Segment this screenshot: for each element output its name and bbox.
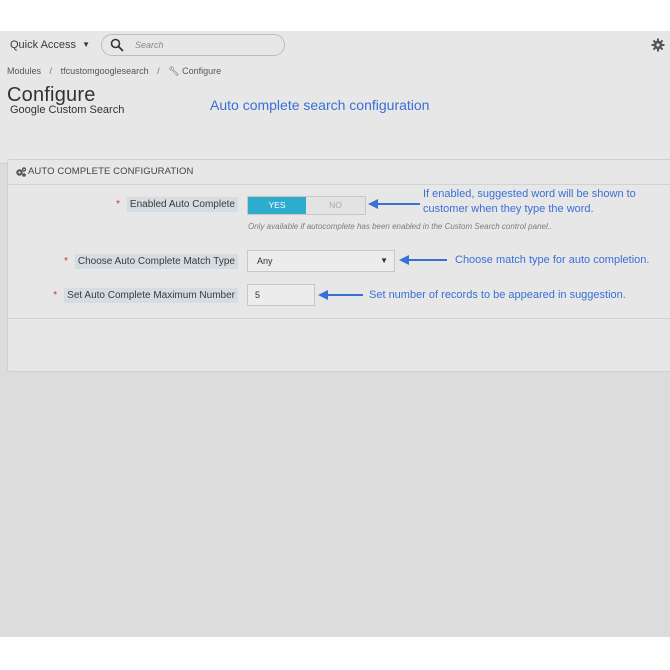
- max-number-label: * Set Auto Complete Maximum Number: [38, 288, 238, 303]
- quick-access-menu[interactable]: Quick Access ▼: [10, 39, 90, 51]
- search-icon: [110, 38, 124, 52]
- cogs-icon: [16, 167, 27, 177]
- match-type-label-text: Choose Auto Complete Match Type: [74, 254, 238, 269]
- switch-yes-option[interactable]: YES: [248, 197, 306, 214]
- required-marker: *: [116, 199, 120, 210]
- page-header: Modules / tfcustomgooglesearch / 🔧︎ Conf…: [0, 61, 670, 164]
- app-frame: Quick Access ▼ Search Modules / tfcustom…: [0, 31, 670, 637]
- enabled-auto-complete-label-text: Enabled Auto Complete: [126, 197, 238, 212]
- wrench-icon: 🔧︎: [168, 66, 180, 76]
- page-subtitle: Google Custom Search: [10, 104, 125, 116]
- required-marker: *: [63, 256, 68, 267]
- enabled-help-text: Only available if autocomplete has been …: [248, 222, 553, 231]
- required-marker: *: [53, 290, 58, 301]
- enabled-auto-complete-switch[interactable]: YES NO: [247, 196, 366, 215]
- panel-divider: [8, 318, 670, 319]
- annotation-arrow: [318, 290, 363, 300]
- annotation-arrow: [368, 199, 420, 209]
- max-number-input[interactable]: [247, 284, 315, 306]
- match-type-annotation: Choose match type for auto completion.: [455, 254, 650, 266]
- search-input[interactable]: [135, 38, 275, 52]
- breadcrumb-module-name[interactable]: tfcustomgooglesearch: [61, 66, 149, 76]
- panel-heading: AUTO COMPLETE CONFIGURATION: [8, 160, 670, 185]
- search-box[interactable]: [101, 34, 285, 56]
- quick-access-label: Quick Access: [10, 39, 77, 51]
- top-bar: Quick Access ▼: [0, 31, 670, 61]
- enabled-annotation: If enabled, suggested word will be shown…: [423, 187, 636, 217]
- max-number-annotation: Set number of records to be appeared in …: [369, 289, 626, 301]
- max-number-label-text: Set Auto Complete Maximum Number: [64, 288, 238, 303]
- enabled-auto-complete-label: * Enabled Auto Complete: [68, 197, 238, 212]
- chevron-down-icon: ▼: [380, 256, 388, 265]
- panel-title: AUTO COMPLETE CONFIGURATION: [28, 166, 194, 177]
- caret-down-icon: ▼: [82, 40, 91, 49]
- switch-no-option[interactable]: NO: [306, 197, 365, 214]
- enabled-annotation-line1: If enabled, suggested word will be shown…: [423, 188, 636, 200]
- match-type-select[interactable]: Any ▼: [247, 250, 395, 272]
- breadcrumb: Modules / tfcustomgooglesearch / 🔧︎ Conf…: [7, 66, 221, 77]
- match-type-label: * Choose Auto Complete Match Type: [48, 254, 238, 269]
- breadcrumb-separator: /: [49, 66, 53, 76]
- annotation-arrow: [399, 255, 447, 265]
- gear-icon[interactable]: [651, 38, 665, 52]
- breadcrumb-configure: Configure: [182, 66, 222, 76]
- enabled-annotation-line2: customer when they type the word.: [423, 203, 594, 215]
- match-type-value: Any: [257, 256, 273, 266]
- breadcrumb-modules[interactable]: Modules: [7, 66, 41, 76]
- header-annotation: Auto complete search configuration: [210, 97, 430, 113]
- breadcrumb-separator: /: [157, 66, 160, 76]
